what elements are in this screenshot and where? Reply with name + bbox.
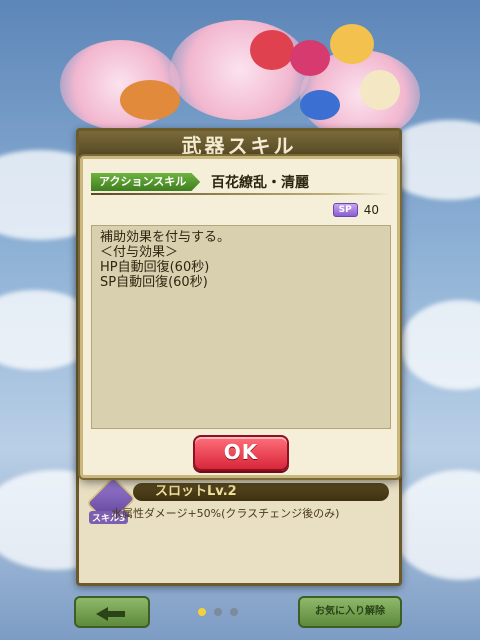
skill-3-row: スキル3 スロットLv.2 水属性ダメージ+50%(クラスチェンジ後のみ) — [86, 476, 393, 526]
description-line: HP自動回復(60秒) — [100, 260, 210, 275]
title-underline — [91, 193, 391, 195]
skill-slot-label: スロットLv.2 — [133, 483, 389, 501]
page-indicator — [198, 608, 238, 616]
skill-3-description: 水属性ダメージ+50%(クラスチェンジ後のみ) — [111, 507, 340, 520]
skill-type-tag: アクションスキル — [91, 173, 201, 191]
back-arrow-icon — [107, 611, 125, 617]
back-button[interactable] — [74, 596, 150, 628]
description-line: ＜付与効果＞ — [100, 245, 179, 260]
page-dot — [214, 608, 222, 616]
sp-cost: SP 40 — [332, 203, 379, 217]
sp-badge: SP — [332, 203, 358, 217]
description-line: SP自動回復(60秒) — [100, 275, 208, 290]
page-dot — [230, 608, 238, 616]
sp-value: 40 — [363, 203, 379, 217]
description-line: 補助効果を付与する。 — [100, 230, 231, 245]
remove-favorite-button[interactable]: お気に入り解除 — [298, 596, 402, 628]
skill-description-box: 補助効果を付与する。 ＜付与効果＞ HP自動回復(60秒) SP自動回復(60秒… — [91, 225, 391, 429]
skill-detail-modal: アクションスキル 百花繚乱・清麗 SP 40 補助効果を付与する。 ＜付与効果＞… — [80, 156, 400, 478]
skill-name: 百花繚乱・清麗 — [211, 175, 309, 191]
page-dot — [198, 608, 206, 616]
ok-button[interactable]: OK — [193, 435, 289, 471]
